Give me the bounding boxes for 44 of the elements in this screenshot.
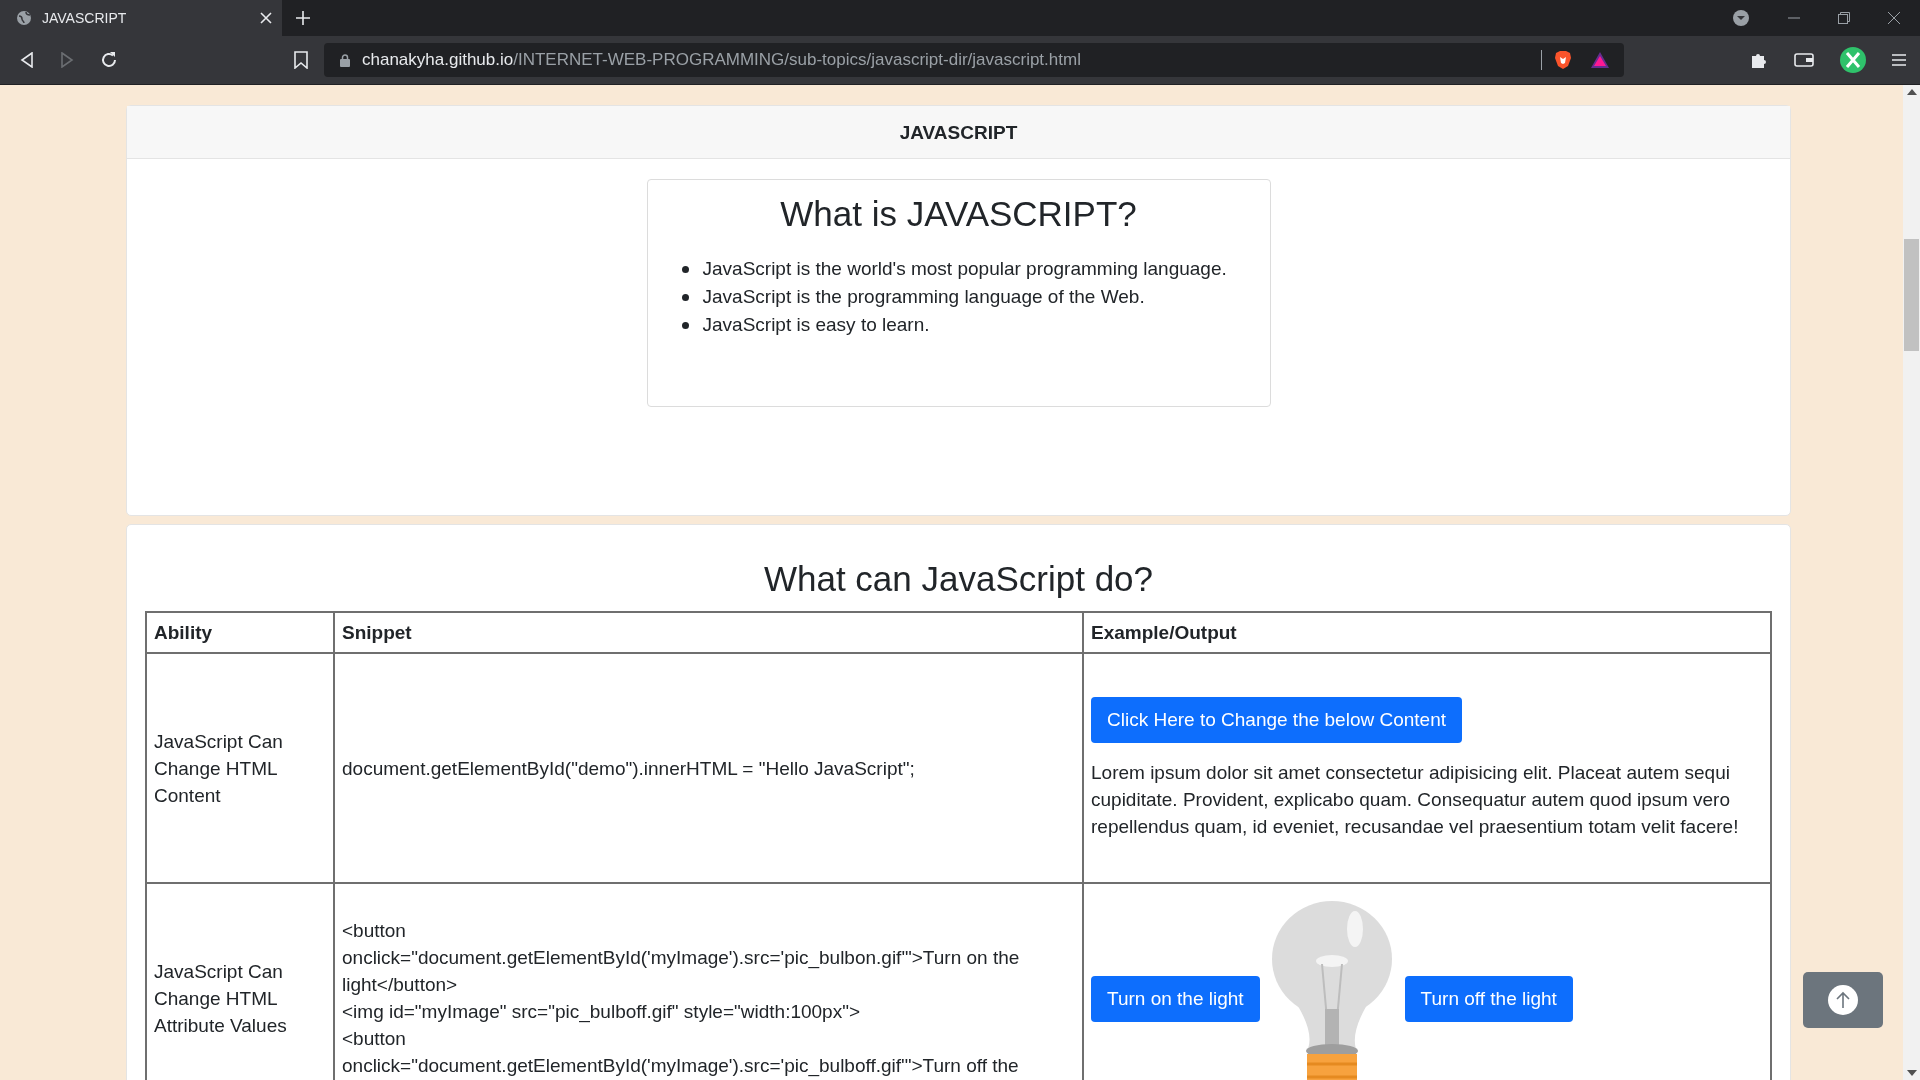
column-header: Snippet	[334, 612, 1083, 653]
avatar-icon[interactable]	[1840, 47, 1866, 73]
bullet-icon	[681, 293, 689, 301]
column-header: Ability	[146, 612, 334, 653]
column-header: Example/Output	[1083, 612, 1771, 653]
bookmark-icon[interactable]	[294, 51, 308, 69]
scroll-thumb[interactable]	[1904, 239, 1919, 351]
scroll-down-icon[interactable]	[1906, 1070, 1917, 1076]
section-title: What can JavaScript do?	[762, 559, 1155, 599]
new-tab-icon[interactable]	[296, 11, 310, 25]
tab-title: JAVASCRIPT	[42, 10, 128, 26]
bullet-text: JavaScript is easy to learn.	[702, 314, 930, 336]
triangle-icon[interactable]	[1590, 51, 1610, 69]
page-header: JAVASCRIPT	[127, 106, 1790, 159]
puzzle-icon[interactable]	[1750, 51, 1768, 69]
lock-icon	[340, 53, 350, 67]
bullet-icon	[681, 321, 689, 329]
lion-shield-icon[interactable]	[1554, 50, 1572, 70]
address-bar[interactable]: chanakyha.github.io/INTERNET-WEB-PROGRAMMING/sub-topics/javascript-dir/javascript.html	[324, 43, 1624, 77]
bullet-text: JavaScript is the world's most popular programming language.	[702, 258, 1227, 280]
arrow-up-icon	[1828, 985, 1858, 1015]
back-icon[interactable]	[20, 52, 34, 68]
url-text: chanakyha.github.io/INTERNET-WEB-PROGRAMMING/sub-topics/javascript-dir/javascript.html	[362, 50, 1081, 70]
wallet-icon[interactable]	[1794, 52, 1814, 68]
intro-title: What is JAVASCRIPT?	[779, 194, 1138, 234]
code-snippet: document.getElementById("demo").innerHTML = "Hello JavaScript";	[334, 653, 1083, 883]
globe-icon	[16, 10, 32, 26]
close-icon[interactable]	[1888, 12, 1900, 24]
restore-icon[interactable]	[1838, 12, 1850, 24]
reload-icon[interactable]	[100, 51, 118, 69]
back-to-top-button[interactable]	[1803, 972, 1883, 1028]
bullet-text: JavaScript is the programming language of the Web.	[702, 286, 1145, 308]
scroll-up-icon[interactable]	[1906, 89, 1917, 95]
table-cell: JavaScript Can Change HTML Attribute Values	[146, 883, 334, 1080]
paragraph: Lorem ipsum dolor sit amet consectetur adipisicing elit. Placeat autem sequi cupiditate. Provident, explicabo quam. Consequatur autem quod ipsum vero repellendus quam, id eveniet, recusandae vel praesentium totam velit facere!	[1091, 760, 1740, 839]
browser-tab[interactable]: JAVASCRIPT	[0, 0, 282, 36]
turn-on-button[interactable]: Turn on the light	[1091, 976, 1260, 1022]
menu-icon[interactable]	[1892, 53, 1906, 67]
change-content-button[interactable]: Click Here to Change the below Content	[1091, 696, 1463, 743]
turn-off-button[interactable]: Turn off the light	[1404, 976, 1573, 1022]
dropdown-icon[interactable]	[1732, 9, 1750, 27]
bullet-icon	[681, 265, 689, 273]
table-cell: JavaScript Can Change HTML Content	[146, 653, 334, 883]
scrollbar[interactable]	[1903, 85, 1920, 1080]
